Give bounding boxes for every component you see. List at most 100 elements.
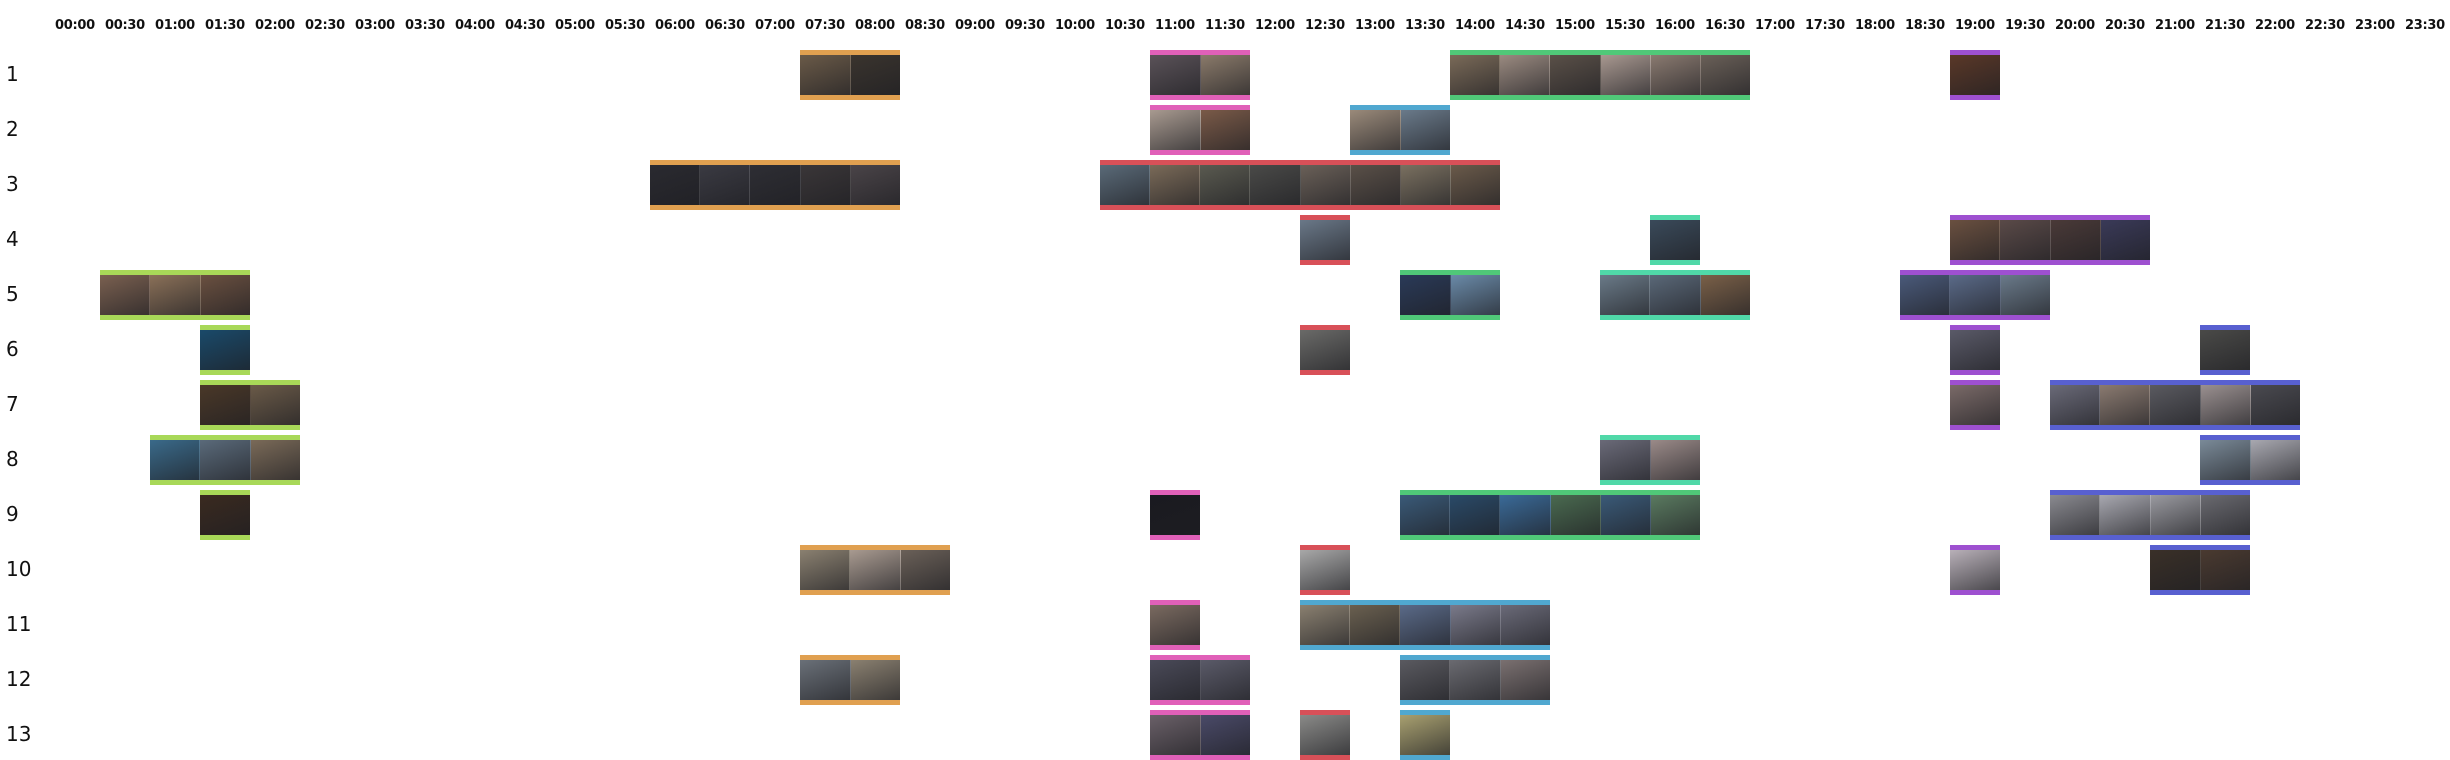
photo-thumbnail[interactable]	[2050, 220, 2101, 260]
photo-thumbnail[interactable]	[1350, 165, 1401, 205]
photo-thumbnail[interactable]	[1300, 330, 1350, 370]
photo-thumbnail[interactable]	[1400, 605, 1451, 645]
photo-thumbnail[interactable]	[800, 550, 851, 590]
photo-thumbnail[interactable]	[1350, 605, 1401, 645]
photo-thumbnail[interactable]	[900, 550, 950, 590]
photo-thumbnail[interactable]	[2200, 385, 2251, 425]
photo-thumbnail[interactable]	[700, 165, 751, 205]
photo-thumbnail[interactable]	[1200, 55, 1250, 95]
photo-cluster[interactable]	[650, 160, 900, 210]
photo-thumbnail[interactable]	[1900, 275, 1951, 315]
photo-thumbnail[interactable]	[850, 55, 900, 95]
photo-thumbnail[interactable]	[1600, 440, 1651, 480]
photo-thumbnail[interactable]	[850, 660, 900, 700]
photo-cluster[interactable]	[150, 435, 300, 485]
photo-thumbnail[interactable]	[2050, 495, 2101, 535]
photo-thumbnail[interactable]	[250, 440, 300, 480]
photo-thumbnail[interactable]	[2200, 495, 2250, 535]
photo-thumbnail[interactable]	[2050, 385, 2101, 425]
photo-thumbnail[interactable]	[1150, 55, 1201, 95]
photo-thumbnail[interactable]	[1950, 55, 2000, 95]
photo-thumbnail[interactable]	[1450, 55, 1501, 95]
photo-thumbnail[interactable]	[2250, 440, 2300, 480]
photo-thumbnail[interactable]	[200, 440, 251, 480]
photo-thumbnail[interactable]	[1300, 605, 1351, 645]
photo-thumbnail[interactable]	[1700, 275, 1750, 315]
photo-thumbnail[interactable]	[1150, 165, 1201, 205]
photo-thumbnail[interactable]	[850, 165, 900, 205]
photo-cluster[interactable]	[1950, 380, 2000, 430]
photo-cluster[interactable]	[1400, 710, 1450, 760]
photo-cluster[interactable]	[800, 655, 900, 705]
photo-cluster[interactable]	[1300, 545, 1350, 595]
photo-thumbnail[interactable]	[1500, 495, 1551, 535]
photo-cluster[interactable]	[1450, 50, 1750, 100]
photo-cluster[interactable]	[1900, 270, 2050, 320]
photo-thumbnail[interactable]	[1600, 275, 1651, 315]
photo-thumbnail[interactable]	[1400, 275, 1451, 315]
photo-cluster[interactable]	[2150, 545, 2250, 595]
photo-cluster[interactable]	[1150, 105, 1250, 155]
photo-thumbnail[interactable]	[100, 275, 151, 315]
photo-cluster[interactable]	[1100, 160, 1500, 210]
photo-thumbnail[interactable]	[2150, 385, 2201, 425]
photo-cluster[interactable]	[200, 490, 250, 540]
photo-cluster[interactable]	[1300, 710, 1350, 760]
photo-thumbnail[interactable]	[2200, 330, 2250, 370]
photo-cluster[interactable]	[1950, 50, 2000, 100]
photo-thumbnail[interactable]	[1150, 715, 1201, 755]
photo-thumbnail[interactable]	[1950, 550, 2000, 590]
photo-cluster[interactable]	[2050, 490, 2250, 540]
photo-cluster[interactable]	[200, 380, 300, 430]
photo-thumbnail[interactable]	[150, 440, 201, 480]
photo-cluster[interactable]	[200, 325, 250, 375]
photo-thumbnail[interactable]	[1150, 495, 1200, 535]
photo-cluster[interactable]	[1150, 50, 1250, 100]
photo-thumbnail[interactable]	[750, 165, 801, 205]
photo-cluster[interactable]	[1300, 325, 1350, 375]
photo-thumbnail[interactable]	[1200, 165, 1251, 205]
photo-thumbnail[interactable]	[1450, 495, 1501, 535]
photo-thumbnail[interactable]	[800, 165, 851, 205]
photo-thumbnail[interactable]	[200, 385, 251, 425]
photo-thumbnail[interactable]	[1950, 220, 2001, 260]
photo-cluster[interactable]	[2050, 380, 2300, 430]
photo-cluster[interactable]	[800, 50, 900, 100]
photo-cluster[interactable]	[2200, 435, 2300, 485]
photo-thumbnail[interactable]	[2100, 220, 2150, 260]
photo-thumbnail[interactable]	[1300, 715, 1350, 755]
photo-thumbnail[interactable]	[1650, 220, 1700, 260]
photo-cluster[interactable]	[1650, 215, 1700, 265]
photo-thumbnail[interactable]	[1150, 660, 1201, 700]
photo-cluster[interactable]	[1400, 490, 1700, 540]
photo-cluster[interactable]	[2200, 325, 2250, 375]
photo-thumbnail[interactable]	[1450, 275, 1500, 315]
photo-thumbnail[interactable]	[1650, 275, 1701, 315]
photo-thumbnail[interactable]	[1950, 385, 2000, 425]
photo-thumbnail[interactable]	[1950, 275, 2001, 315]
photo-thumbnail[interactable]	[2100, 385, 2151, 425]
photo-thumbnail[interactable]	[2000, 275, 2050, 315]
photo-cluster[interactable]	[1950, 545, 2000, 595]
photo-cluster[interactable]	[1300, 215, 1350, 265]
photo-thumbnail[interactable]	[1400, 495, 1451, 535]
photo-thumbnail[interactable]	[850, 550, 901, 590]
photo-cluster[interactable]	[1400, 270, 1500, 320]
photo-thumbnail[interactable]	[1200, 110, 1250, 150]
photo-cluster[interactable]	[1950, 215, 2150, 265]
photo-thumbnail[interactable]	[1450, 605, 1501, 645]
photo-thumbnail[interactable]	[1300, 550, 1350, 590]
photo-cluster[interactable]	[1600, 270, 1750, 320]
photo-thumbnail[interactable]	[150, 275, 201, 315]
photo-thumbnail[interactable]	[2250, 385, 2300, 425]
photo-thumbnail[interactable]	[1450, 660, 1501, 700]
photo-thumbnail[interactable]	[1400, 715, 1450, 755]
photo-thumbnail[interactable]	[2150, 495, 2201, 535]
photo-thumbnail[interactable]	[2200, 440, 2251, 480]
photo-cluster[interactable]	[1950, 325, 2000, 375]
photo-cluster[interactable]	[1150, 490, 1200, 540]
photo-thumbnail[interactable]	[800, 660, 851, 700]
photo-thumbnail[interactable]	[1200, 715, 1250, 755]
photo-thumbnail[interactable]	[1650, 55, 1701, 95]
photo-thumbnail[interactable]	[250, 385, 300, 425]
